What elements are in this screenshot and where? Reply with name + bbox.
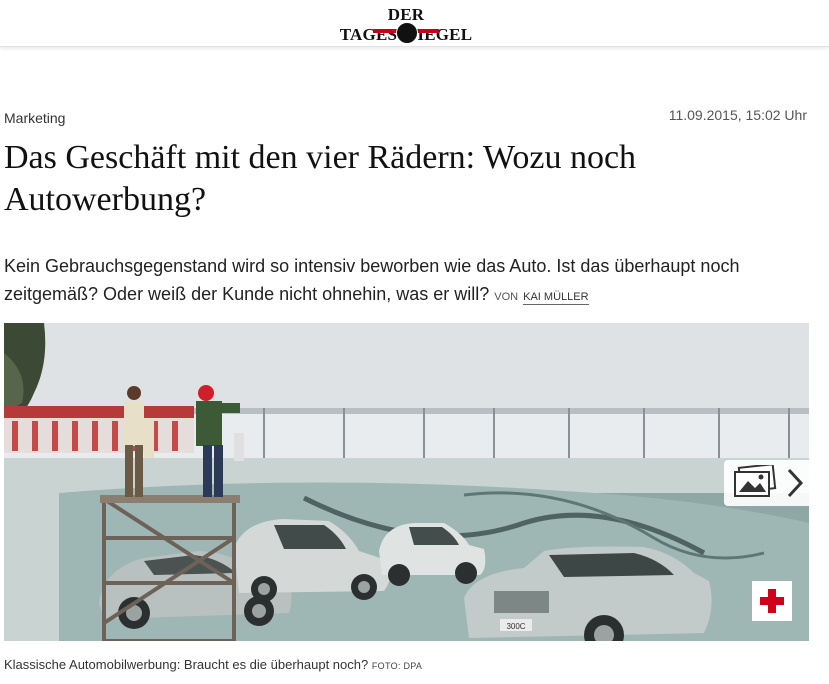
lead-image[interactable]: 300C — [4, 323, 809, 641]
article-teaser: Kein Gebrauchsgegenstand wird so intensi… — [4, 252, 794, 311]
gallery-next-button[interactable] — [724, 460, 809, 506]
teaser-text: Kein Gebrauchsgegenstand wird so intensi… — [4, 256, 740, 304]
image-stack-icon — [734, 465, 777, 497]
article-date: 11.09.2015, 15:02 Uhr — [668, 107, 807, 123]
chevron-right-icon — [787, 468, 804, 498]
share-button[interactable] — [752, 581, 792, 621]
photo-credit: FOTO: DPA — [371, 661, 423, 671]
site-logo[interactable]: DER TAGESSPIEGEL — [331, 5, 481, 44]
logo-globe-icon — [396, 22, 418, 44]
author-link[interactable]: KAI MÜLLER — [523, 291, 589, 305]
byline-prefix: VON — [494, 291, 519, 303]
plate-text: 300C — [506, 622, 525, 631]
caption-text: Klassische Automobilwerbung: Braucht es … — [4, 657, 369, 672]
article-headline: Das Geschäft mit den vier Rädern: Wozu n… — [4, 139, 637, 218]
plus-icon — [760, 589, 784, 613]
site-header: DER TAGESSPIEGEL — [0, 0, 829, 47]
article-kicker[interactable]: Marketing — [4, 110, 65, 126]
billboard-photo: 300C — [4, 323, 809, 641]
image-caption: Klassische Automobilwerbung: Braucht es … — [4, 657, 422, 672]
